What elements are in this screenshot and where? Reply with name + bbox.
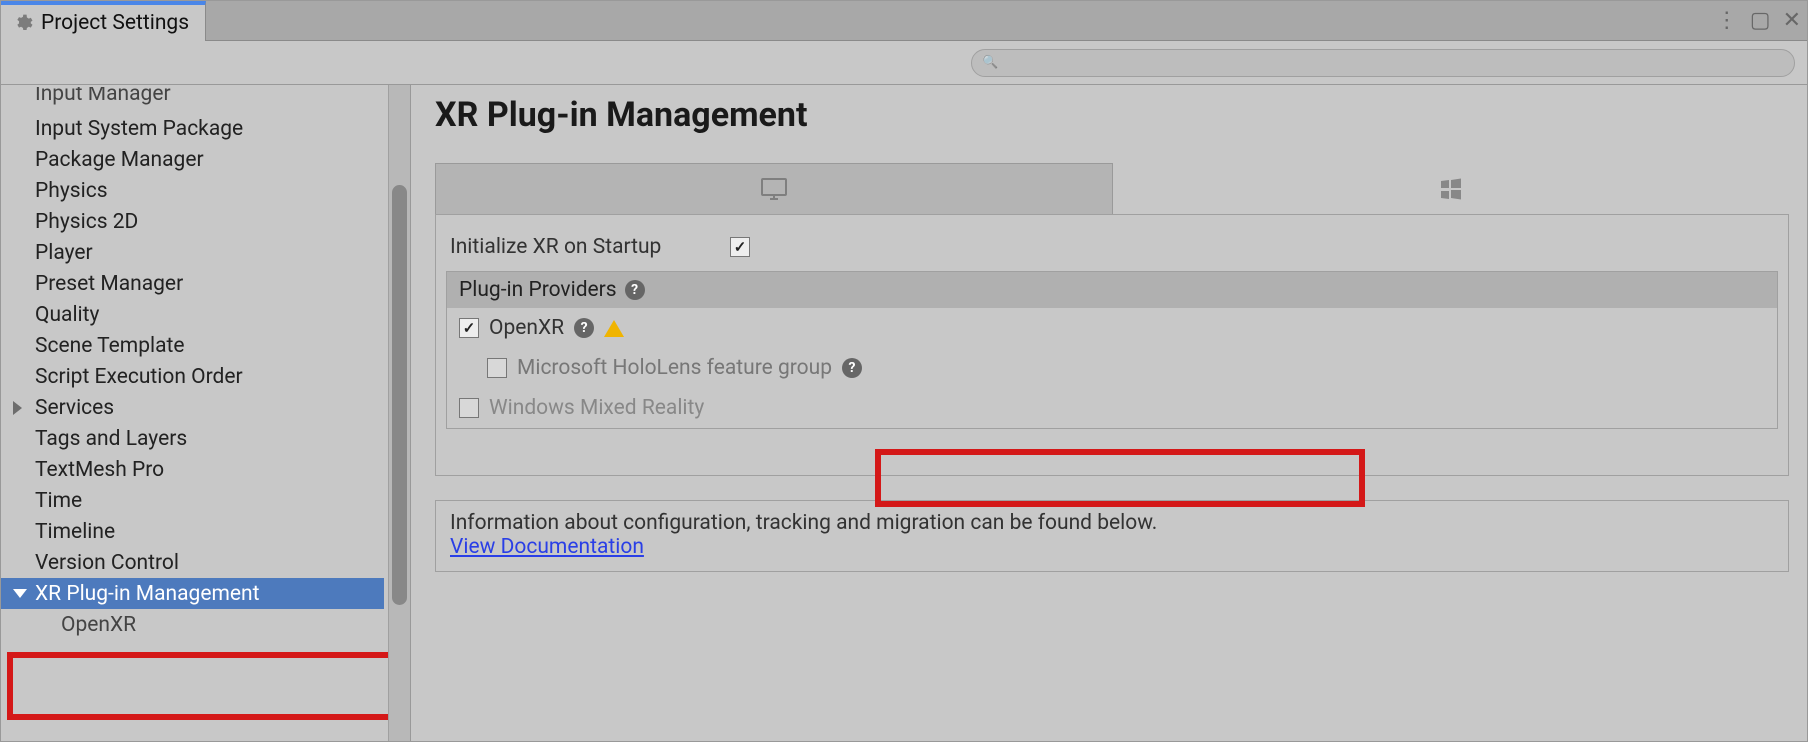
scrollbar-thumb[interactable] [392, 185, 407, 605]
tab-title: Project Settings [41, 11, 189, 35]
sidebar-item-physics-2d[interactable]: Physics 2D [1, 206, 384, 237]
sidebar-item-physics[interactable]: Physics [1, 175, 384, 206]
openxr-checkbox[interactable] [459, 318, 479, 338]
sidebar-item-script-execution-order[interactable]: Script Execution Order [1, 361, 384, 392]
provider-windows-mixed-reality: Windows Mixed Reality [447, 388, 1777, 428]
providers-header: Plug-in Providers ? [447, 272, 1777, 308]
windows-icon [1439, 177, 1463, 201]
main-panel: XR Plug-in Management Init [411, 85, 1807, 741]
gear-icon [13, 13, 33, 33]
active-tab[interactable]: Project Settings [1, 1, 206, 41]
initialize-checkbox[interactable] [730, 237, 750, 257]
sidebar-item-input-system-package[interactable]: Input System Package [1, 113, 384, 144]
search-icon: 🔍 [982, 55, 998, 70]
info-text: Information about configuration, trackin… [450, 511, 1774, 535]
row-initialize-on-startup: Initialize XR on Startup [446, 229, 1778, 265]
hololens-label: Microsoft HoloLens feature group [517, 356, 832, 380]
settings-sidebar: Input Manager Input System Package Packa… [1, 85, 411, 741]
sidebar-scrollbar[interactable] [388, 85, 410, 741]
warning-icon[interactable] [604, 320, 624, 337]
annotation-highlight-sidebar [7, 652, 399, 720]
wmr-label: Windows Mixed Reality [489, 396, 704, 420]
monitor-icon [760, 177, 788, 201]
tab-windows[interactable] [1113, 163, 1789, 214]
sidebar-item-xr-plugin-management[interactable]: XR Plug-in Management [1, 578, 384, 609]
platform-tabs [435, 163, 1789, 215]
search-input[interactable] [998, 54, 1784, 71]
sidebar-item-player[interactable]: Player [1, 237, 384, 268]
searchbar-row: 🔍 [1, 41, 1807, 85]
sidebar-item-scene-template[interactable]: Scene Template [1, 330, 384, 361]
view-documentation-link[interactable]: View Documentation [450, 535, 644, 559]
sidebar-item-quality[interactable]: Quality [1, 299, 384, 330]
hololens-checkbox[interactable] [487, 358, 507, 378]
maximize-icon[interactable]: ▢ [1750, 10, 1771, 32]
sidebar-item-input-manager[interactable]: Input Manager [1, 87, 384, 113]
close-icon[interactable]: ✕ [1783, 10, 1801, 32]
help-icon[interactable]: ? [625, 280, 645, 300]
tab-standalone[interactable] [435, 163, 1113, 214]
help-icon[interactable]: ? [842, 358, 862, 378]
page-title: XR Plug-in Management [435, 95, 1789, 135]
xr-settings-panel: Initialize XR on Startup Plug-in Provide… [435, 215, 1789, 476]
chevron-down-icon [13, 589, 27, 598]
sidebar-item-package-manager[interactable]: Package Manager [1, 144, 384, 175]
window-actions: ⋮ ▢ ✕ [1716, 1, 1801, 40]
kebab-menu-icon[interactable]: ⋮ [1716, 10, 1738, 32]
sidebar-item-openxr[interactable]: OpenXR [1, 609, 384, 640]
wmr-checkbox[interactable] [459, 398, 479, 418]
initialize-label: Initialize XR on Startup [450, 235, 716, 259]
provider-openxr: OpenXR ? [447, 308, 1777, 348]
project-settings-window: Project Settings ⋮ ▢ ✕ 🔍 Input Manager I… [0, 0, 1808, 742]
providers-section: Plug-in Providers ? OpenXR ? Microsoft H… [446, 271, 1778, 429]
sidebar-item-services[interactable]: Services [1, 392, 384, 423]
sidebar-item-time[interactable]: Time [1, 485, 384, 516]
help-icon[interactable]: ? [574, 318, 594, 338]
sidebar-item-tags-and-layers[interactable]: Tags and Layers [1, 423, 384, 454]
sidebar-item-version-control[interactable]: Version Control [1, 547, 384, 578]
openxr-label: OpenXR [489, 316, 564, 340]
titlebar: Project Settings ⋮ ▢ ✕ [1, 1, 1807, 41]
sidebar-item-textmesh-pro[interactable]: TextMesh Pro [1, 454, 384, 485]
provider-hololens-feature-group: Microsoft HoloLens feature group ? [447, 348, 1777, 388]
sidebar-item-preset-manager[interactable]: Preset Manager [1, 268, 384, 299]
chevron-right-icon [13, 401, 22, 415]
info-box: Information about configuration, trackin… [435, 500, 1789, 572]
searchbar[interactable]: 🔍 [971, 49, 1795, 77]
sidebar-item-timeline[interactable]: Timeline [1, 516, 384, 547]
